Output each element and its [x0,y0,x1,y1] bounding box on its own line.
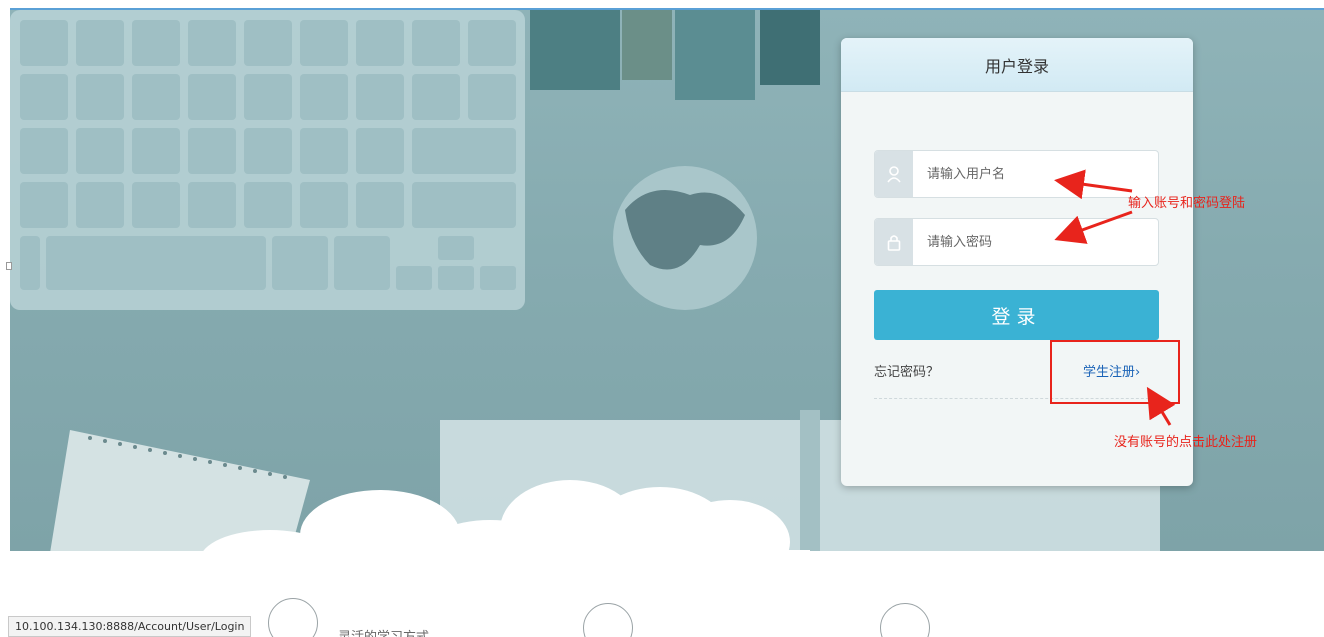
login-card: 用户登录 登录 忘记密码？ 学生注册› [841,38,1193,486]
user-icon [875,151,913,197]
status-bar-url: 10.100.134.130:8888/Account/User/Login [8,616,252,637]
login-card-header: 用户登录 [841,38,1193,92]
username-input[interactable] [913,151,1158,197]
chat-icon [880,603,930,637]
username-field[interactable] [874,150,1159,198]
login-hint-annotation: 输入账号和密码登陆 [1128,196,1246,211]
book-icon [268,598,318,637]
lock-icon [875,219,913,265]
page: 用户登录 登录 忘记密码？ 学生注册› 输入账号和密码登陆 没有账号的点击此处注… [0,0,1324,637]
login-title: 用户登录 [984,56,1049,76]
login-button[interactable]: 登录 [874,290,1159,340]
forgot-password-link[interactable]: 忘记密码？ [874,361,939,380]
clipboard-icon [583,603,633,637]
register-highlight-box [1050,340,1180,404]
feature-label-1: 灵活的学习方式 [338,626,429,637]
password-field[interactable] [874,218,1159,266]
scroll-handle[interactable] [6,262,12,270]
password-input[interactable] [913,219,1158,265]
register-hint-annotation: 没有账号的点击此处注册 [1114,435,1258,450]
